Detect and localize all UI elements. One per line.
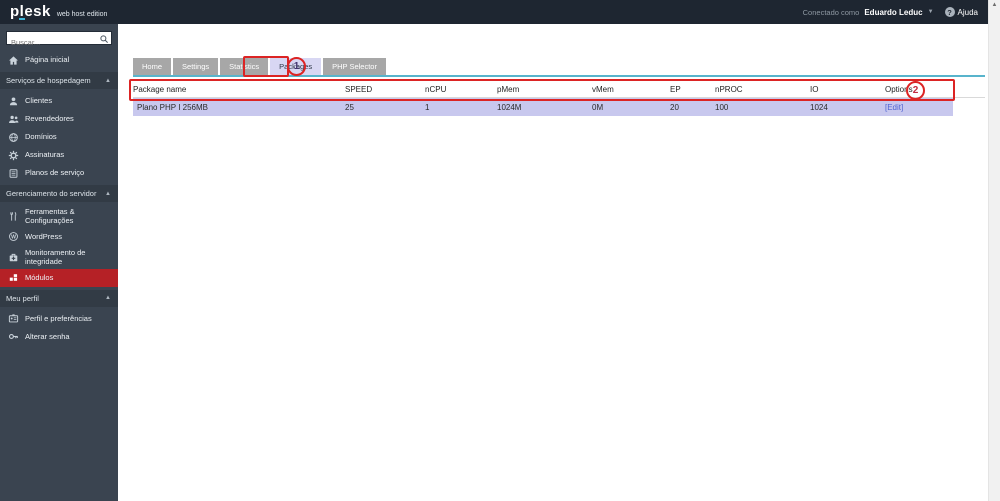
collapse-caret-icon: ▲ [105,295,111,301]
edit-link[interactable]: [Edit] [885,103,903,112]
tools-icon [8,211,19,222]
cell-package-name: Plano PHP I 256MB [137,102,209,112]
user-icon [8,96,19,107]
sidebar-item-label: Assinaturas [25,150,65,160]
edition-label: web host edition [56,11,108,18]
sidebar-section-servicos-de-hospedagem[interactable]: Serviços de hospedagem ▲ [0,72,118,89]
sidebar-item-label: Domínios [25,132,57,142]
col-header-ncpu: nCPU [425,85,447,94]
cell-pmem: 1024M [497,102,522,112]
sidebar-item-label: Perfil e preferências [25,313,92,323]
sidebar-section-meu-perfil[interactable]: Meu perfil ▲ [0,289,118,307]
table-row-plano-php: Plano PHP I 256MB 25 1 1024M 0M 20 100 1… [133,98,985,116]
col-header-nproc: nPROC [715,85,743,94]
sidebar-item-label: Módulos [25,272,54,282]
sidebar-item-ferramentas-configuracoes[interactable]: Ferramentas & Configurações [0,205,118,228]
service-plans-icon [8,168,19,179]
sidebar-item-label: Clientes [25,96,53,106]
profile-icon [8,313,19,324]
modules-icon [8,272,19,283]
sidebar-item-label: Alterar senha [25,331,70,341]
col-header-io: IO [810,85,819,94]
tab-settings[interactable]: Settings [173,58,219,75]
home-icon [8,55,19,66]
sidebar-item-alterar-senha[interactable]: Alterar senha [0,328,118,346]
section-label: Serviços de hospedagem [6,76,91,85]
scroll-up-arrow-icon[interactable]: ▲ [989,0,1000,8]
cell-ncpu: 1 [425,102,430,112]
sidebar-item-revendedores[interactable]: Revendedores [0,110,118,128]
collapse-caret-icon: ▲ [105,77,111,84]
globe-icon [8,132,19,143]
topbar-right: Conectado como Eduardo Leduc ▼ ? Ajuda [803,7,978,17]
sidebar-item-label: Monitoramento de integridade [25,247,86,267]
gear-icon [8,150,19,161]
sidebar-section-gerenciamento-do-servidor[interactable]: Gerenciamento do servidor ▲ [0,185,118,202]
sidebar-item-assinaturas[interactable]: Assinaturas [0,146,118,164]
cell-ep: 20 [670,102,679,112]
collapse-caret-icon: ▲ [105,190,111,197]
col-header-options: Options [885,85,913,94]
sidebar-item-label: WordPress [25,232,62,242]
scrollbar[interactable]: ▲ [988,0,1000,501]
logo-text: plesk [10,3,51,20]
col-header-pmem: pMem [497,85,520,94]
sidebar-item-monitoramento-de-integridade[interactable]: Monitoramento de integridade [0,246,118,269]
cell-vmem: 0M [592,102,604,112]
tab-packages[interactable]: Packages [270,58,322,75]
svg-text:W: W [11,235,16,241]
sidebar-item-wordpress[interactable]: W WordPress [0,228,118,246]
col-header-ep: EP [670,85,681,94]
sidebar-item-perfil-e-preferencias[interactable]: Perfil e preferências [0,310,118,328]
sidebar-item-label: Planos de serviço [25,168,85,178]
col-header-package-name: Package name [133,85,187,94]
logo-underline-accent [19,18,25,20]
user-menu[interactable]: Eduardo Leduc [864,8,922,17]
sidebar-item-modulos[interactable]: Módulos [0,268,118,287]
tab-bar: Home Settings Statistics Packages PHP Se… [133,58,388,75]
wordpress-icon: W [8,231,19,242]
tab-php-selector[interactable]: PHP Selector [323,58,386,75]
sidebar-item-pagina-inicial[interactable]: Página inicial [0,51,118,69]
cell-speed: 25 [345,102,354,112]
help-label: Ajuda [957,7,978,17]
help-button[interactable]: ? Ajuda [944,7,978,17]
sidebar-item-label: Página inicial [25,55,70,65]
sidebar-item-planos-de-servico[interactable]: Planos de serviço [0,164,118,182]
cell-io: 1024 [810,102,828,112]
sidebar: Página inicial Serviços de hospedagem ▲ … [0,24,118,501]
topbar: plesk web host edition Conectado como Ed… [0,0,988,24]
section-label: Gerenciamento do servidor [6,189,97,198]
section-label: Meu perfil [6,293,39,303]
col-header-speed: SPEED [345,85,373,94]
cell-nproc: 100 [715,102,729,112]
chevron-down-icon[interactable]: ▼ [928,9,934,15]
tab-home[interactable]: Home [133,58,172,75]
sidebar-item-label: Ferramentas & Configurações [25,207,75,226]
sidebar-item-dominios[interactable]: Domínios [0,128,118,146]
key-icon [8,331,19,342]
plesk-window: plesk web host edition Conectado como Ed… [0,0,1000,501]
sidebar-search [6,31,112,49]
packages-table: Package name SPEED nCPU pMem vMem EP nPR… [133,82,985,116]
tab-underline-accent [133,75,985,77]
table-header-row: Package name SPEED nCPU pMem vMem EP nPR… [133,82,985,98]
plesk-logo[interactable]: plesk web host edition [10,1,107,23]
sidebar-item-label: Revendedores [25,114,74,124]
sidebar-item-clientes[interactable]: Clientes [0,92,118,110]
health-icon [8,252,19,263]
search-icon [100,34,108,43]
question-mark-icon: ? [944,7,955,17]
connected-as-label: Conectado como [802,7,860,17]
main-content: Home Settings Statistics Packages PHP Se… [118,24,988,501]
col-header-vmem: vMem [592,85,614,94]
search-input[interactable] [7,36,111,49]
tab-statistics[interactable]: Statistics [220,58,269,75]
users-icon [8,114,19,125]
